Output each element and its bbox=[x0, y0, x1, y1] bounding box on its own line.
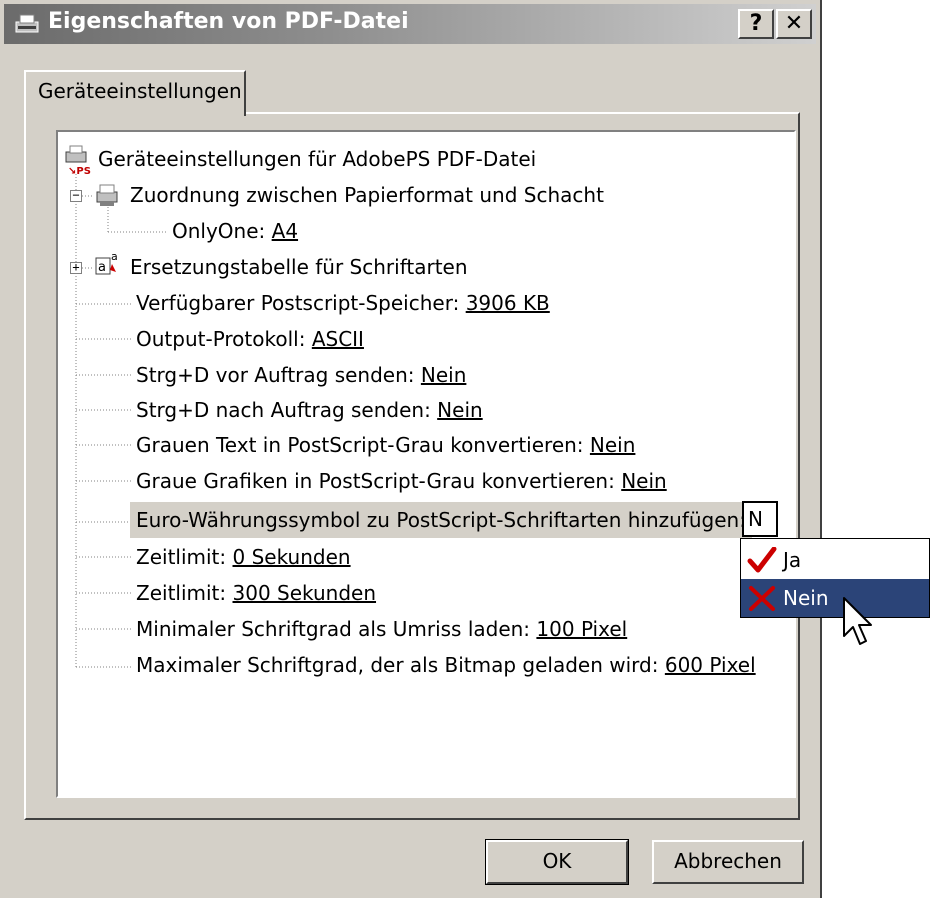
tree-root[interactable]: Geräteeinstellungen für AdobePS PDF-Date… bbox=[98, 144, 536, 174]
expand-icon[interactable]: + bbox=[70, 261, 82, 274]
item-label: Strg+D nach Auftrag senden: bbox=[136, 398, 438, 422]
tree-item-timeout-1[interactable]: Zeitlimit: 0 Sekunden bbox=[136, 542, 351, 572]
tree-item-ctrl-d-before[interactable]: Strg+D vor Auftrag senden: Nein bbox=[136, 360, 466, 390]
title-bar[interactable]: Eigenschaften von PDF-Datei ? ✕ bbox=[4, 4, 816, 44]
item-label: Graue Grafiken in PostScript-Grau konver… bbox=[136, 469, 622, 493]
tree-item-gray-graphics[interactable]: Graue Grafiken in PostScript-Grau konver… bbox=[136, 466, 667, 496]
item-value[interactable]: Nein bbox=[590, 433, 636, 457]
option-label: Nein bbox=[783, 586, 829, 610]
item-label: Grauen Text in PostScript-Grau konvertie… bbox=[136, 433, 590, 457]
tree-item-output-protocol[interactable]: Output-Protokoll: ASCII bbox=[136, 324, 364, 354]
option-label: Ja bbox=[783, 548, 802, 572]
cancel-button[interactable]: Abbrechen bbox=[652, 840, 804, 884]
item-label: Output-Protokoll: bbox=[136, 327, 312, 351]
tree-item-onlyone[interactable]: OnlyOne: A4 bbox=[172, 216, 298, 246]
mouse-cursor-icon bbox=[843, 597, 872, 645]
item-label: Euro-Währungssymbol zu PostScript-Schrif… bbox=[136, 508, 746, 532]
svg-text:↘PS: ↘PS bbox=[68, 166, 91, 176]
tab-device-settings[interactable]: Geräteeinstellungen bbox=[24, 70, 246, 116]
tree-node-font-substitution[interactable]: Ersetzungstabelle für Schriftarten bbox=[130, 252, 468, 282]
tree-item-postscript-memory[interactable]: Verfügbarer Postscript-Speicher: 3906 KB bbox=[136, 288, 550, 318]
tree-root-label: Geräteeinstellungen für AdobePS PDF-Date… bbox=[98, 147, 537, 171]
tree-node-paper-mapping[interactable]: Zuordnung zwischen Papierformat und Scha… bbox=[130, 180, 604, 210]
settings-tree[interactable]: ↘PS Geräteeinstellungen für AdobePS PDF-… bbox=[56, 130, 796, 798]
printer-icon bbox=[15, 14, 39, 33]
dropdown-option-ja[interactable]: Ja bbox=[741, 541, 929, 579]
checkmark-icon bbox=[747, 547, 777, 573]
item-label: Strg+D vor Auftrag senden: bbox=[136, 363, 421, 387]
x-mark-icon bbox=[749, 586, 775, 611]
item-label: Minimaler Schriftgrad als Umriss laden: bbox=[136, 617, 537, 641]
window-title: Eigenschaften von PDF-Datei bbox=[48, 9, 409, 34]
item-value[interactable]: ASCII bbox=[312, 327, 364, 351]
tree-item-gray-text[interactable]: Grauen Text in PostScript-Grau konvertie… bbox=[136, 430, 635, 460]
tree-item-min-outline[interactable]: Minimaler Schriftgrad als Umriss laden: … bbox=[136, 614, 627, 644]
item-value[interactable]: Nein bbox=[621, 469, 667, 493]
item-label: Verfügbarer Postscript-Speicher: bbox=[136, 291, 466, 315]
dropdown-option-nein[interactable]: Nein bbox=[741, 579, 929, 617]
collapse-icon[interactable]: − bbox=[70, 189, 82, 202]
tree-item-max-bitmap[interactable]: Maximaler Schriftgrad, der als Bitmap ge… bbox=[136, 650, 756, 680]
paper-mapping-label: Zuordnung zwischen Papierformat und Scha… bbox=[130, 183, 604, 207]
item-value[interactable]: Nein bbox=[421, 363, 467, 387]
properties-dialog: Eigenschaften von PDF-Datei ? ✕ Geräteei… bbox=[0, 0, 822, 898]
printer-tray-icon bbox=[96, 184, 118, 206]
item-value[interactable]: Nein bbox=[437, 398, 483, 422]
value-dropdown-list[interactable]: Ja Nein bbox=[740, 538, 930, 618]
font-substitution-label: Ersetzungstabelle für Schriftarten bbox=[130, 255, 468, 279]
item-label: Maximaler Schriftgrad, der als Bitmap ge… bbox=[136, 653, 665, 677]
onlyone-label: OnlyOne: bbox=[172, 219, 272, 243]
ok-button[interactable]: OK bbox=[485, 839, 629, 885]
help-button[interactable]: ? bbox=[738, 9, 774, 39]
item-value[interactable]: 0 Sekunden bbox=[233, 545, 351, 569]
item-value[interactable]: 600 Pixel bbox=[665, 653, 756, 677]
svg-text:a: a bbox=[98, 260, 106, 275]
item-value[interactable]: 3906 KB bbox=[466, 291, 550, 315]
item-label: Zeitlimit: bbox=[136, 545, 233, 569]
font-substitution-icon: a a bbox=[95, 250, 118, 275]
tree-item-ctrl-d-after[interactable]: Strg+D nach Auftrag senden: Nein bbox=[136, 395, 483, 425]
item-value[interactable]: 300 Sekunden bbox=[233, 581, 377, 605]
onlyone-value[interactable]: A4 bbox=[272, 219, 298, 243]
svg-text:a: a bbox=[111, 250, 118, 263]
item-label: Zeitlimit: bbox=[136, 581, 233, 605]
printer-ps-icon: ↘PS bbox=[65, 145, 91, 176]
close-button[interactable]: ✕ bbox=[776, 9, 812, 39]
euro-value-editor[interactable]: N bbox=[742, 501, 778, 537]
tree-item-euro-symbol[interactable]: Euro-Währungssymbol zu PostScript-Schrif… bbox=[130, 502, 752, 538]
item-value[interactable]: 100 Pixel bbox=[536, 617, 627, 641]
tree-item-timeout-2[interactable]: Zeitlimit: 300 Sekunden bbox=[136, 578, 376, 608]
